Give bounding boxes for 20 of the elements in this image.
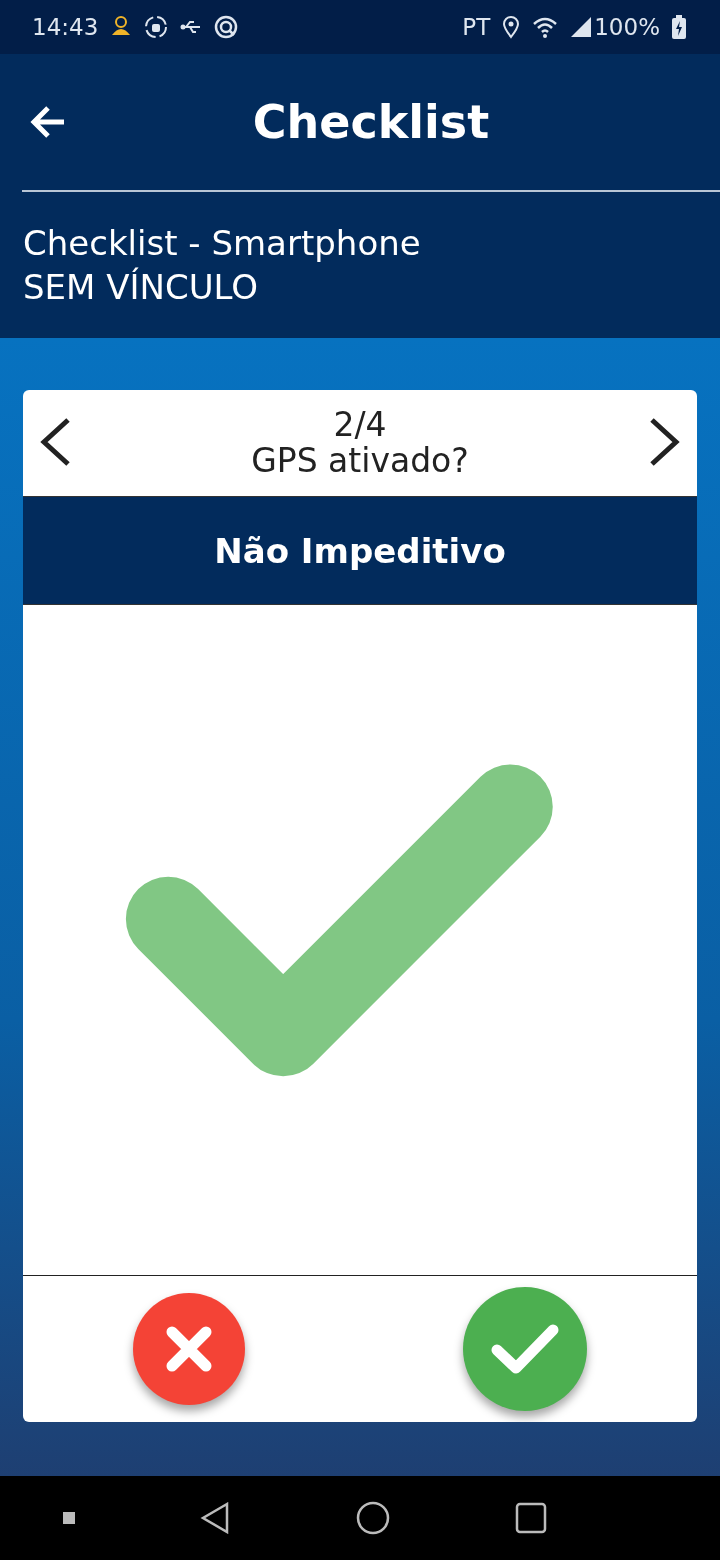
question-counter: 2/4 [333,407,387,443]
usb-icon [180,19,203,35]
subtitle-line: SEM VÍNCULO [23,266,259,309]
cross-icon [166,1326,212,1372]
screen-title: Checklist [251,95,491,149]
reject-button[interactable] [133,1293,245,1405]
category-label: Não Impeditivo [214,530,506,571]
carrier-label: PT [462,14,491,40]
battery-level: 100% [594,14,660,40]
location-icon [502,15,521,39]
battery-icon [672,15,686,39]
check-icon [489,1322,561,1376]
subtitle-line: Checklist - Smartphone [23,222,421,265]
accept-button[interactable] [463,1287,587,1411]
signal-icon [570,16,593,38]
wifi-icon [532,16,559,38]
clock: 14:43 [32,14,99,40]
chevron-right-icon [648,416,682,467]
chevron-left-icon [38,416,72,467]
question-text: GPS ativado? [251,443,469,479]
